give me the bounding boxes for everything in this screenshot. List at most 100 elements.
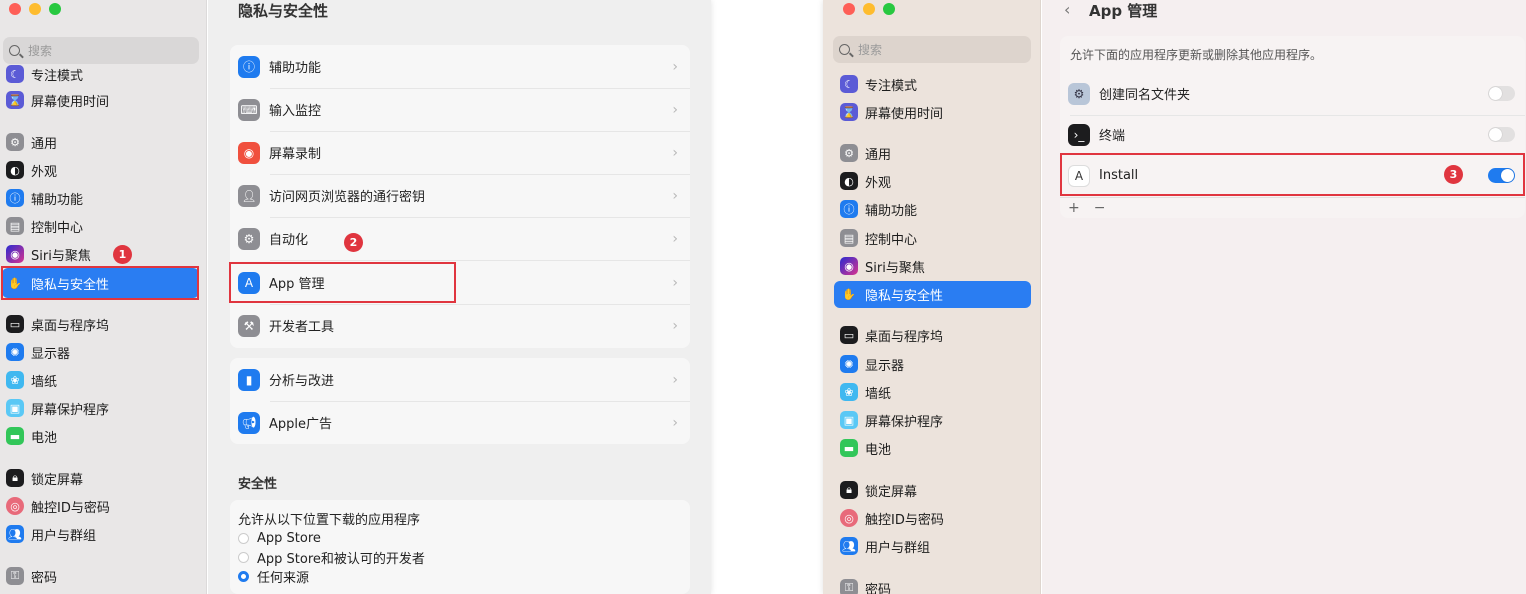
sidebar-item-users-groups[interactable]: 👥︎ 用户与群组 xyxy=(6,522,96,546)
toggle-automator[interactable] xyxy=(1488,86,1515,101)
accessibility-icon: ⓘ xyxy=(6,189,24,207)
wallpaper-icon: ❀ xyxy=(840,383,858,401)
row-browser-passkeys[interactable]: 👤︎ 访问网页浏览器的通行密钥 › xyxy=(230,174,690,217)
siri-icon: ◉ xyxy=(6,245,24,263)
record-icon: ◉ xyxy=(238,141,260,164)
row-developer-tools[interactable]: ⚒ 开发者工具 › xyxy=(230,304,690,347)
sidebar-item-wallpaper[interactable]: ❀ 墙纸 xyxy=(6,368,57,392)
search-input[interactable]: 搜索 xyxy=(833,36,1031,63)
sidebar-item-screensaver[interactable]: ▣ 屏幕保护程序 xyxy=(6,396,109,420)
privacy-pane: 隐私与安全性 ⓘ 辅助功能 › ⌨ 输入监控 › ◉ 屏幕录制 › 👤︎ 访问网页浏览器的通行… xyxy=(208,0,711,594)
close-window-button[interactable] xyxy=(843,3,855,15)
appearance-icon: ◐ xyxy=(6,161,24,179)
annotation-highlight-privacy xyxy=(1,266,199,300)
chevron-right-icon: › xyxy=(672,101,678,118)
sidebar: 搜索 ☾ 专注模式 ⌛ 屏幕使用时间 ⚙ 通用 ◐ 外观 ⓘ 辅助功能 ▤ 控制中心 ◉ Si… xyxy=(823,0,1041,594)
toggle-terminal[interactable] xyxy=(1488,127,1515,142)
row-screen-recording[interactable]: ◉ 屏幕录制 › xyxy=(230,131,690,174)
annotation-highlight-app-management xyxy=(229,262,456,303)
zoom-window-button[interactable] xyxy=(49,3,61,15)
sidebar-item-screen-time[interactable]: ⌛ 屏幕使用时间 xyxy=(840,100,943,124)
fingerprint-icon: ◎ xyxy=(840,509,858,527)
sidebar-item-siri[interactable]: ◉ Siri与聚焦 xyxy=(840,254,925,278)
app-management-pane: ‹ App 管理 允许下面的应用程序更新或删除其他应用程序。 ⚙ 创建同名文件夹… xyxy=(1042,0,1526,594)
sidebar-item-battery[interactable]: ▬ 电池 xyxy=(6,424,57,448)
sidebar-item-accessibility[interactable]: ⓘ 辅助功能 xyxy=(6,186,83,210)
row-automation[interactable]: ⚙ 自动化 › xyxy=(230,217,690,260)
zoom-window-button[interactable] xyxy=(883,3,895,15)
sidebar-item-touch-id[interactable]: ◎ 触控ID与密码 xyxy=(6,494,110,518)
chevron-right-icon: › xyxy=(672,230,678,247)
row-input-monitoring[interactable]: ⌨ 输入监控 › xyxy=(230,88,690,131)
accessibility-icon: ⓘ xyxy=(238,55,260,78)
sidebar-item-control-center[interactable]: ▤ 控制中心 xyxy=(840,226,917,250)
moon-icon: ☾ xyxy=(6,65,24,83)
sidebar-item-general[interactable]: ⚙ 通用 xyxy=(840,141,891,165)
add-app-button[interactable]: + xyxy=(1068,200,1080,216)
keyboard-icon: ⌨ xyxy=(238,98,260,121)
chevron-right-icon: › xyxy=(672,317,678,334)
automation-icon: ⚙ xyxy=(238,227,260,250)
sidebar-item-users-groups[interactable]: 👥︎ 用户与群组 xyxy=(840,534,930,558)
sidebar-item-touch-id[interactable]: ◎ 触控ID与密码 xyxy=(840,506,944,530)
allow-downloads-label: 允许从以下位置下载的应用程序 xyxy=(238,513,421,528)
sidebar-item-appearance[interactable]: ◐ 外观 xyxy=(840,169,891,193)
chevron-right-icon: › xyxy=(672,144,678,161)
screensaver-icon: ▣ xyxy=(6,399,24,417)
radio-app-store-identified[interactable]: App Store和被认可的开发者 xyxy=(238,548,690,567)
display-icon: ✺ xyxy=(840,355,858,373)
sidebar-item-screensaver[interactable]: ▣ 屏幕保护程序 xyxy=(840,408,943,432)
sidebar-item-wallpaper[interactable]: ❀ 墙纸 xyxy=(840,380,891,404)
sidebar-item-appearance[interactable]: ◐ 外观 xyxy=(6,158,57,182)
close-window-button[interactable] xyxy=(9,3,21,15)
siri-icon: ◉ xyxy=(840,257,858,275)
sidebar-item-privacy-security[interactable]: ✋ 隐私与安全性 xyxy=(834,281,1031,308)
settings-window-privacy: 搜索 ☾ 专注模式 ⌛ 屏幕使用时间 ⚙ 通用 ◐ 外观 ⓘ 辅助功能 ▤ 控制中心 ◉ Si… xyxy=(0,0,711,594)
sidebar-item-accessibility[interactable]: ⓘ 辅助功能 xyxy=(840,197,917,221)
search-input[interactable]: 搜索 xyxy=(3,37,199,64)
hand-icon: ✋ xyxy=(840,285,858,304)
list-controls: + − xyxy=(1060,197,1525,218)
hammer-icon: ⚒ xyxy=(238,314,260,337)
sidebar-item-lock-screen[interactable]: 🔒︎ 锁定屏幕 xyxy=(6,466,83,490)
sidebar-item-lock-screen[interactable]: 🔒︎ 锁定屏幕 xyxy=(840,478,917,502)
hourglass-icon: ⌛ xyxy=(840,103,858,121)
remove-app-button[interactable]: − xyxy=(1094,200,1106,216)
chevron-right-icon: › xyxy=(672,58,678,75)
wallpaper-icon: ❀ xyxy=(6,371,24,389)
terminal-icon: ›_ xyxy=(1068,123,1090,146)
battery-icon: ▬ xyxy=(6,427,24,445)
sidebar-item-focus[interactable]: ☾ 专注模式 xyxy=(6,62,83,86)
sidebar-item-focus[interactable]: ☾ 专注模式 xyxy=(840,72,917,96)
sidebar-item-passwords[interactable]: ⚿ 密码 xyxy=(6,564,57,588)
sidebar-item-passwords[interactable]: ⚿ 密码 xyxy=(840,576,891,594)
radio-anywhere[interactable]: 任何来源 xyxy=(238,567,690,586)
window-controls xyxy=(9,3,61,15)
row-apple-ads[interactable]: 📢︎ Apple广告 › xyxy=(230,401,690,444)
sidebar-item-control-center[interactable]: ▤ 控制中心 xyxy=(6,214,83,238)
dock-icon: ▭ xyxy=(6,315,24,333)
sidebar-item-siri[interactable]: ◉ Siri与聚焦 xyxy=(6,242,91,266)
sidebar-item-screen-time[interactable]: ⌛ 屏幕使用时间 xyxy=(6,88,109,112)
fingerprint-icon: ◎ xyxy=(6,497,24,515)
lock-icon: 🔒︎ xyxy=(6,469,24,487)
minimize-window-button[interactable] xyxy=(29,3,41,15)
sidebar-item-displays[interactable]: ✺ 显示器 xyxy=(6,340,70,364)
chevron-right-icon: › xyxy=(672,371,678,388)
sidebar-item-desktop-dock[interactable]: ▭ 桌面与程序坞 xyxy=(840,323,943,347)
minimize-window-button[interactable] xyxy=(863,3,875,15)
chevron-right-icon: › xyxy=(672,187,678,204)
sidebar-item-desktop-dock[interactable]: ▭ 桌面与程序坞 xyxy=(6,312,109,336)
radio-app-store[interactable]: App Store xyxy=(238,529,690,548)
radio-dot xyxy=(238,552,249,563)
sidebar-item-battery[interactable]: ▬ 电池 xyxy=(840,436,891,460)
sidebar: 搜索 ☾ 专注模式 ⌛ 屏幕使用时间 ⚙ 通用 ◐ 外观 ⓘ 辅助功能 ▤ 控制中心 ◉ Si… xyxy=(0,0,207,594)
megaphone-icon: 📢︎ xyxy=(238,411,260,434)
row-analytics[interactable]: ▮ 分析与改进 › xyxy=(230,358,690,401)
app-row-automator: ⚙ 创建同名文件夹 xyxy=(1060,72,1525,115)
sidebar-item-general[interactable]: ⚙ 通用 xyxy=(6,130,57,154)
chart-icon: ▮ xyxy=(238,368,260,391)
back-chevron-icon[interactable]: ‹ xyxy=(1064,0,1070,19)
sidebar-item-displays[interactable]: ✺ 显示器 xyxy=(840,352,904,376)
row-accessibility[interactable]: ⓘ 辅助功能 › xyxy=(230,45,690,88)
